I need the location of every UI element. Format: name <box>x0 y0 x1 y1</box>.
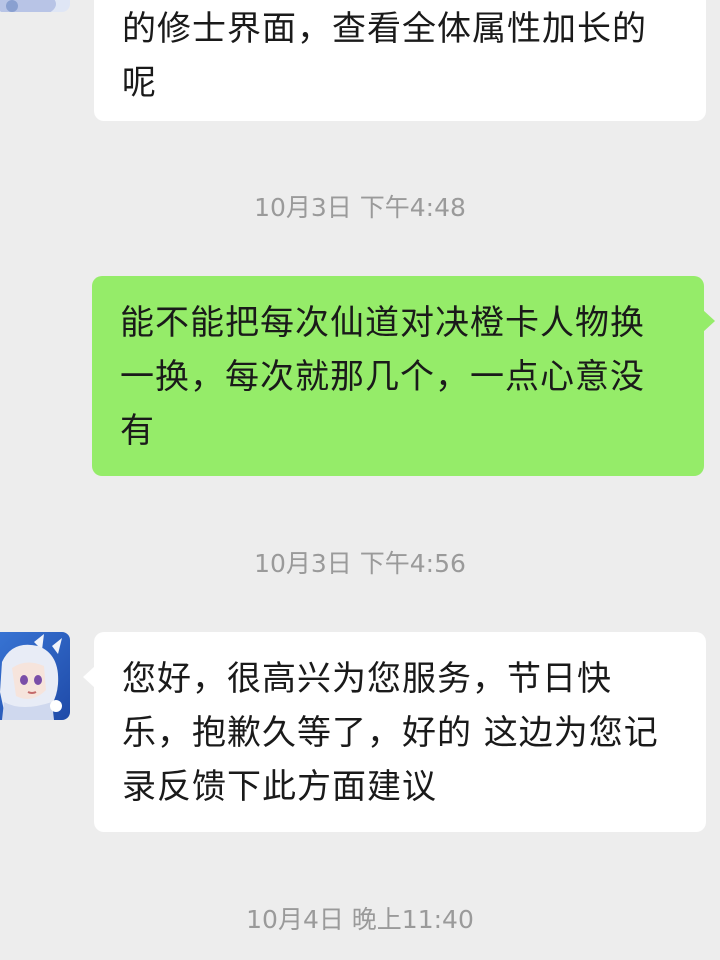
bubble-tail <box>703 310 715 332</box>
message-text: 的修士界面，查看全体属性加长的呢 <box>122 9 647 103</box>
bubble-tail <box>83 666 95 688</box>
timestamp: 10月4日 晚上11:40 <box>246 905 474 934</box>
timestamp: 10月3日 下午4:48 <box>254 193 466 222</box>
anime-character-avatar-icon <box>0 632 70 720</box>
message-bubble-outgoing[interactable]: 能不能把每次仙道对决橙卡人物换一换，每次就那几个，一点心意没有 <box>92 276 715 476</box>
message-text: 您好，很高兴为您服务，节日快乐，抱歉久等了，好的 这边为您记录反馈下此方面建议 <box>122 659 659 807</box>
message-bubble-incoming[interactable]: 的修士界面，查看全体属性加长的呢 <box>94 0 706 121</box>
anime-character-avatar-icon <box>0 0 70 12</box>
timestamp: 10月3日 下午4:56 <box>254 549 466 578</box>
agent-avatar[interactable] <box>0 632 70 720</box>
agent-avatar-top[interactable] <box>0 0 70 12</box>
message-bubble-incoming[interactable]: 您好，很高兴为您服务，节日快乐，抱歉久等了，好的 这边为您记录反馈下此方面建议 <box>83 632 706 832</box>
message-text: 能不能把每次仙道对决橙卡人物换一换，每次就那几个，一点心意没有 <box>120 303 645 451</box>
